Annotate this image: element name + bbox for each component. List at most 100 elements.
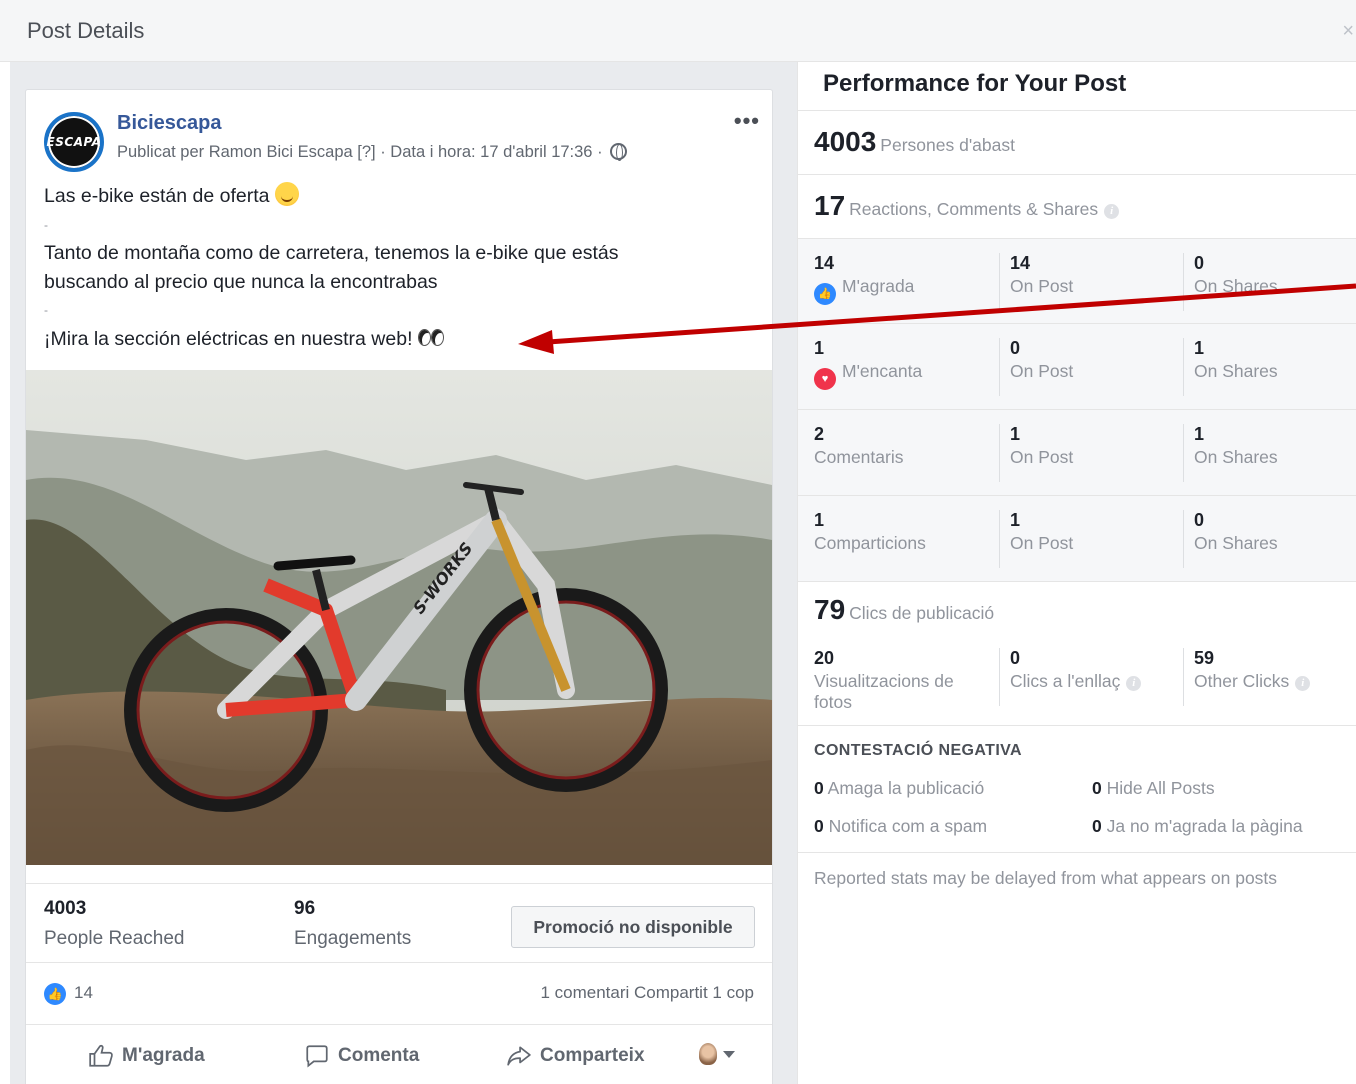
photo-views-label: Visualitzacions de fotos: [814, 671, 954, 712]
divider: [798, 852, 1356, 853]
like-reaction-icon: 👍: [814, 283, 836, 305]
stats-delay-footnote: Reported stats may be delayed from what …: [814, 868, 1278, 888]
post-meta: Publicat per Ramon Bici Escapa [?] · Dat…: [117, 143, 628, 162]
other-clicks-value: 59: [1194, 648, 1215, 668]
negative-feedback-title: CONTESTACIÓ NEGATIVA: [814, 742, 1022, 759]
comments-total-value: 2: [814, 424, 825, 444]
spam-value: 0: [814, 816, 824, 836]
other-clicks: 59 Other Clicks i: [1183, 648, 1356, 706]
love-total-value: 1: [814, 338, 825, 358]
reactions-breakdown-row: 14 👍 M'agrada 14 On Post 0 On Shares: [798, 238, 1356, 324]
shares-on-post-value: 1: [1010, 510, 1021, 530]
like-button[interactable]: M'agrada: [88, 1043, 205, 1069]
more-options-icon[interactable]: •••: [734, 108, 760, 134]
unlike-value: 0: [1092, 816, 1102, 836]
reach-label: Persones d'abast: [880, 135, 1015, 155]
clicks-breakdown: 20 Visualitzacions de fotos 0 Clics a l'en…: [798, 642, 1356, 726]
like-button-label: M'agrada: [122, 1045, 205, 1066]
post-line-3: ¡Mira la sección eléctricas en nuestra w…: [44, 327, 413, 350]
on-post-label: On Post: [1010, 276, 1074, 296]
love-on-shares-value: 1: [1194, 338, 1205, 358]
avatar-logo-text: ESCAPA: [46, 135, 102, 149]
unlike-label: Ja no m'agrada la pàgina: [1106, 816, 1303, 836]
share-icon: [507, 1046, 531, 1066]
user-avatar-icon: [699, 1043, 717, 1065]
link-clicks-label-text: Clics a l'enllaç: [1010, 671, 1121, 691]
link-clicks-value: 0: [1010, 648, 1021, 668]
shares-breakdown-row: 1 Comparticions 1 On Post 0 On Shares: [798, 496, 1356, 582]
smiling-face-emoji-icon: [274, 182, 299, 206]
post-actions-row: M'agrada Comenta Comparteix: [26, 1025, 772, 1084]
performance-title: Performance for Your Post: [823, 70, 1127, 97]
love-label-text: M'encanta: [842, 361, 923, 381]
reach-value: 4003: [814, 126, 877, 157]
clicks-metric: 79 Clics de publicació: [814, 594, 994, 626]
post-image-ebike[interactable]: S-WORKS: [26, 370, 772, 865]
share-button-label: Comparteix: [540, 1045, 645, 1066]
like-reaction-icon[interactable]: 👍: [44, 983, 66, 1005]
page-avatar[interactable]: ESCAPA: [44, 112, 104, 172]
comments-shares-count[interactable]: 1 comentari Compartit 1 cop: [540, 983, 754, 1003]
link-clicks-label: Clics a l'enllaç i: [1010, 671, 1175, 692]
dialog-title: Post Details: [27, 18, 145, 43]
likes-on-shares: 0 On Shares: [1183, 253, 1278, 311]
post-stats-row: 4003 People Reached 96 Engagements Promo…: [26, 883, 772, 963]
reaction-count[interactable]: 14: [74, 983, 93, 1003]
other-clicks-label-text: Other Clicks: [1194, 671, 1290, 691]
love-on-post: 0 On Post: [999, 338, 1073, 396]
spam-label: Notifica com a spam: [828, 816, 988, 836]
comment-button[interactable]: Comenta: [304, 1043, 419, 1069]
hide-post-stat: 0 Amaga la publicació: [814, 778, 984, 799]
on-post-label: On Post: [1010, 533, 1074, 553]
ebike-photo-illustration: S-WORKS: [26, 370, 772, 865]
post-card: ESCAPA Biciescapa Publicat per Ramon Bic…: [25, 89, 773, 1084]
post-as-selector[interactable]: [699, 1043, 735, 1065]
comments-on-shares: 1 On Shares: [1183, 424, 1278, 482]
post-line-2: Tanto de montaña como de carretera, tene…: [44, 242, 619, 293]
on-post-label: On Post: [1010, 361, 1074, 381]
performance-panel: Performance for Your Post 4003 Persones d…: [797, 62, 1356, 1084]
hide-post-label: Amaga la publicació: [827, 778, 985, 798]
divider: [798, 110, 1356, 111]
page-name-link[interactable]: Biciescapa: [117, 112, 222, 135]
share-button[interactable]: Comparteix: [506, 1043, 645, 1069]
hide-all-label: Hide All Posts: [1106, 778, 1215, 798]
close-icon[interactable]: ×: [1342, 20, 1354, 43]
hide-all-stat: 0 Hide All Posts: [1092, 778, 1215, 799]
promotion-unavailable-button[interactable]: Promoció no disponible: [511, 906, 755, 948]
shares-label: Comparticions: [814, 533, 926, 553]
engagements-value: 96: [294, 898, 316, 919]
reactions-summary-row: 👍 14 1 comentari Compartit 1 cop: [26, 963, 772, 1025]
engagements-label: Engagements: [294, 928, 412, 949]
love-breakdown-row: 1 ♥ M'encanta 0 On Post 1 On Shares: [798, 324, 1356, 410]
other-clicks-label: Other Clicks i: [1194, 671, 1356, 692]
shares-on-post: 1 On Post: [999, 510, 1073, 568]
on-shares-label: On Shares: [1194, 533, 1278, 553]
globe-icon[interactable]: [610, 143, 628, 161]
chevron-down-icon: [723, 1050, 735, 1058]
engagement-metric: 17 Reactions, Comments & Shares i: [814, 190, 1120, 222]
people-reached-label: People Reached: [44, 928, 185, 949]
likes-on-shares-value: 0: [1194, 253, 1205, 273]
info-icon[interactable]: i: [1104, 204, 1120, 219]
love-total: 1 ♥ M'encanta: [814, 338, 922, 390]
likes-label-text: M'agrada: [842, 276, 915, 296]
engagement-label: Reactions, Comments & Shares: [849, 199, 1099, 219]
post-meta-text: Publicat per Ramon Bici Escapa [?] · Dat…: [117, 143, 603, 161]
post-line-1: Las e-bike están de oferta: [44, 185, 270, 207]
comments-total: 2 Comentaris: [814, 424, 903, 468]
post-text: Las e-bike están de oferta - Tanto de mo…: [44, 182, 704, 353]
photo-views-value: 20: [814, 648, 835, 668]
link-clicks: 0 Clics a l'enllaç i: [999, 648, 1175, 706]
comments-breakdown-row: 2 Comentaris 1 On Post 1 On Shares: [798, 410, 1356, 496]
comments-on-post-value: 1: [1010, 424, 1021, 444]
info-icon[interactable]: i: [1126, 676, 1142, 691]
clicks-value: 79: [814, 594, 846, 625]
likes-on-post: 14 On Post: [999, 253, 1073, 311]
shares-on-shares: 0 On Shares: [1183, 510, 1278, 568]
hide-all-value: 0: [1092, 778, 1102, 798]
on-post-label: On Post: [1010, 447, 1074, 467]
post-separator: -: [44, 303, 48, 317]
info-icon[interactable]: i: [1295, 676, 1311, 691]
comment-icon: [306, 1045, 328, 1068]
